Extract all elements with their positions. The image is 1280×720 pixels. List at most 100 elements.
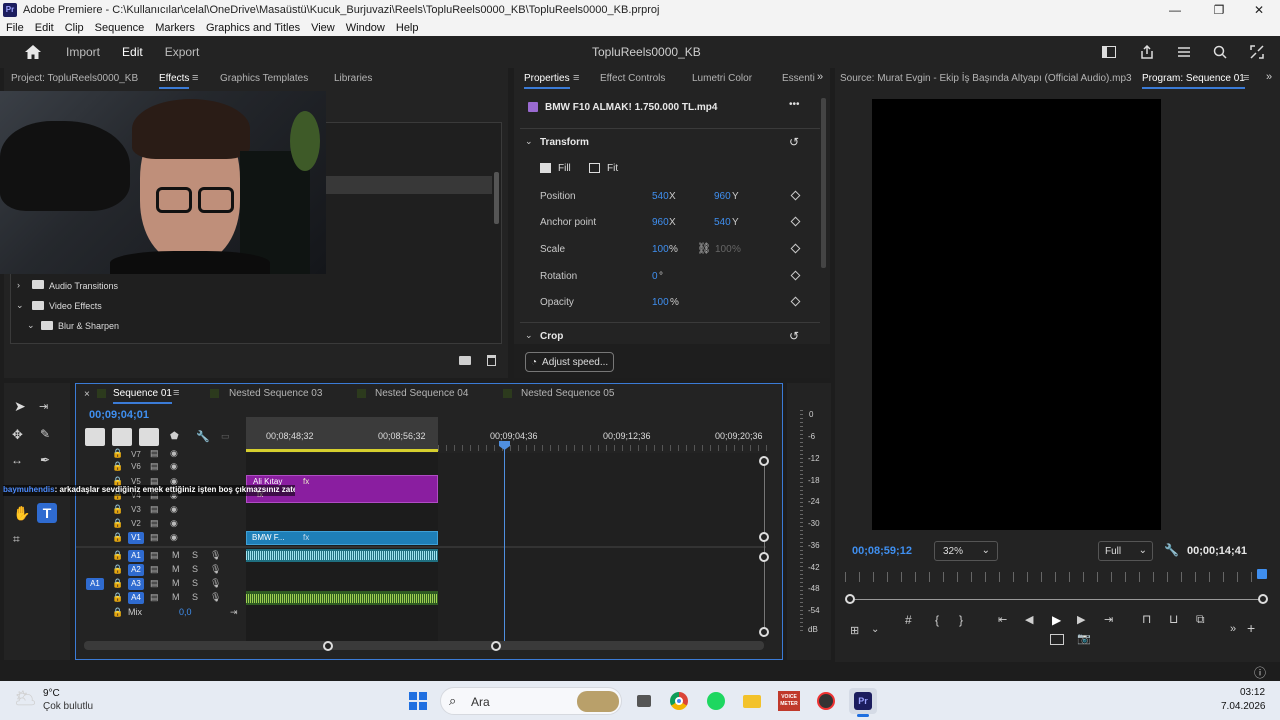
task-view-icon[interactable] bbox=[630, 688, 658, 714]
v1-clip[interactable]: BMW F... fx bbox=[246, 531, 438, 545]
opacity-value[interactable]: 100 bbox=[652, 297, 669, 308]
tree-video-effects[interactable]: Video Effects bbox=[49, 301, 102, 311]
slip-tool-icon[interactable]: ↔ bbox=[11, 453, 23, 467]
h-scroll-handle-left[interactable] bbox=[323, 641, 333, 651]
linked-selection-icon[interactable] bbox=[139, 428, 159, 446]
sync-icon[interactable]: ▤ bbox=[150, 578, 159, 589]
tab-libraries[interactable]: Libraries bbox=[334, 73, 372, 84]
track-header-a2[interactable]: 🔒 A2 ▤ M S 🎙 bbox=[76, 564, 246, 578]
reset-icon[interactable]: ↺ bbox=[789, 135, 799, 149]
eye-icon[interactable]: ◉ bbox=[170, 518, 178, 529]
vertical-scroll-track[interactable] bbox=[764, 461, 765, 633]
camera-icon[interactable]: 📷 bbox=[1077, 632, 1091, 645]
reset-icon[interactable]: ↺ bbox=[789, 329, 799, 343]
menu-view[interactable]: View bbox=[311, 22, 335, 34]
panel-menu-icon[interactable]: ≡ bbox=[1243, 72, 1249, 84]
nav-edit[interactable]: Edit bbox=[122, 45, 143, 59]
solo-icon[interactable]: S bbox=[192, 578, 198, 588]
menu-help[interactable]: Help bbox=[396, 22, 419, 34]
tab-project[interactable]: Project: TopluReels0000_KB bbox=[11, 73, 138, 84]
a-scroll-handle[interactable] bbox=[759, 627, 769, 637]
track-header-v2[interactable]: 🔒 V2 ▤ ◉ bbox=[76, 518, 246, 532]
track-select-icon[interactable]: ⇥ bbox=[39, 400, 48, 413]
menu-clip[interactable]: Clip bbox=[65, 22, 84, 34]
eye-icon[interactable]: ◉ bbox=[170, 448, 178, 459]
chevron-down-icon[interactable]: ⌄ bbox=[16, 300, 24, 311]
lock-icon[interactable]: 🔒 bbox=[112, 448, 123, 459]
pen-tool-icon[interactable]: ✒ bbox=[40, 453, 50, 467]
track-header-a1[interactable]: 🔒 A1 ▤ M S 🎙 bbox=[76, 550, 246, 564]
tab-properties[interactable]: Properties bbox=[524, 73, 570, 89]
add-button-icon[interactable]: + bbox=[1247, 620, 1255, 636]
fill-icon[interactable] bbox=[540, 163, 551, 173]
crop-section-title[interactable]: Crop bbox=[540, 331, 563, 342]
fill-button[interactable]: Fill bbox=[558, 163, 571, 174]
lock-icon[interactable]: 🔒 bbox=[112, 564, 123, 575]
zoom-handle-right[interactable] bbox=[1258, 594, 1268, 604]
lock-icon[interactable]: 🔒 bbox=[112, 607, 123, 618]
position-x-value[interactable]: 540 bbox=[652, 191, 669, 202]
search-icon[interactable] bbox=[1211, 44, 1229, 60]
fullscreen-icon[interactable] bbox=[1248, 44, 1266, 60]
track-label-v6[interactable]: V6 bbox=[128, 461, 144, 473]
menu-edit[interactable]: Edit bbox=[35, 22, 54, 34]
tab-nested-sequence-04[interactable]: Nested Sequence 04 bbox=[375, 388, 468, 399]
sync-icon[interactable]: ▤ bbox=[150, 518, 159, 529]
mic-icon[interactable]: 🎙 bbox=[210, 550, 221, 561]
mix-value[interactable]: 0,0 bbox=[179, 607, 192, 617]
more-tabs-icon[interactable]: » bbox=[1266, 71, 1272, 83]
panel-menu-icon[interactable]: ≡ bbox=[192, 72, 198, 84]
premiere-taskbar-icon[interactable]: Pr bbox=[849, 688, 877, 714]
fit-icon[interactable] bbox=[589, 163, 600, 173]
scale-value[interactable]: 100 bbox=[652, 244, 669, 255]
rotation-value[interactable]: 0 bbox=[652, 271, 658, 282]
new-bin-icon[interactable] bbox=[459, 356, 471, 365]
tab-lumetri-color[interactable]: Lumetri Color bbox=[692, 73, 752, 84]
insert-icon[interactable]: ⊓ bbox=[1142, 612, 1151, 626]
nav-export[interactable]: Export bbox=[165, 45, 200, 59]
overwrite-icon[interactable]: ⊔ bbox=[1169, 612, 1178, 626]
selection-tool-icon[interactable]: ➤ bbox=[14, 398, 26, 415]
quality-select[interactable]: Full ⌄ bbox=[1098, 541, 1153, 561]
v-scroll-handle[interactable] bbox=[759, 456, 769, 466]
tab-sequence-01[interactable]: Sequence 01 bbox=[113, 388, 172, 404]
taskbar-time[interactable]: 03:12 bbox=[1240, 687, 1265, 698]
lock-icon[interactable]: 🔒 bbox=[112, 550, 123, 561]
tab-essential[interactable]: Essenti bbox=[782, 73, 815, 84]
taskbar-search[interactable]: ⌕ Ara bbox=[440, 687, 622, 715]
chevron-down-icon[interactable]: ⌄ bbox=[27, 320, 35, 331]
mark-in-icon[interactable]: { bbox=[935, 613, 939, 627]
chevron-down-icon[interactable]: ⌄ bbox=[871, 624, 879, 635]
mic-icon[interactable]: 🎙 bbox=[210, 564, 221, 575]
lock-icon[interactable]: 🔒 bbox=[112, 592, 123, 603]
lift-icon[interactable]: ⧉ bbox=[1196, 612, 1205, 627]
zoom-bar[interactable] bbox=[850, 599, 1264, 600]
program-playhead[interactable] bbox=[1257, 569, 1267, 579]
nest-toggle-icon[interactable] bbox=[85, 428, 105, 446]
track-label-a4[interactable]: A4 bbox=[128, 592, 144, 604]
track-header-v1[interactable]: 🔒 V1 ▤ ◉ bbox=[76, 532, 246, 546]
panels-icon[interactable] bbox=[1100, 44, 1118, 60]
solo-icon[interactable]: S bbox=[192, 550, 198, 560]
marker-icon[interactable]: ⬟ bbox=[170, 431, 179, 442]
tab-effects[interactable]: Effects bbox=[159, 73, 190, 89]
razor-tool-icon[interactable]: ✎ bbox=[40, 427, 50, 441]
snap-icon[interactable] bbox=[112, 428, 132, 446]
lines-icon[interactable] bbox=[1175, 44, 1193, 60]
track-header-v6[interactable]: 🔒 V6 ▤ ◉ bbox=[76, 461, 246, 475]
a-scroll-handle[interactable] bbox=[759, 552, 769, 562]
tab-nested-sequence-03[interactable]: Nested Sequence 03 bbox=[229, 388, 322, 399]
lock-icon[interactable]: 🔒 bbox=[112, 532, 123, 543]
wrench-icon[interactable]: 🔧 bbox=[1164, 543, 1179, 557]
weather-text[interactable]: Çok bulutlu bbox=[43, 701, 93, 712]
lock-icon[interactable]: 🔒 bbox=[112, 518, 123, 529]
hand-tool-icon[interactable]: ✋ bbox=[13, 505, 30, 522]
mute-icon[interactable]: M bbox=[172, 564, 180, 574]
tab-program[interactable]: Program: Sequence 01 bbox=[1142, 73, 1245, 89]
chevron-down-icon[interactable]: ⌄ bbox=[525, 136, 533, 147]
windows-start-icon[interactable] bbox=[404, 688, 432, 714]
step-back-icon[interactable]: ◀ bbox=[1025, 613, 1033, 626]
share-icon[interactable] bbox=[1138, 44, 1156, 60]
taskbar-date[interactable]: 7.04.2026 bbox=[1221, 701, 1266, 712]
sync-icon[interactable]: ▤ bbox=[150, 504, 159, 515]
